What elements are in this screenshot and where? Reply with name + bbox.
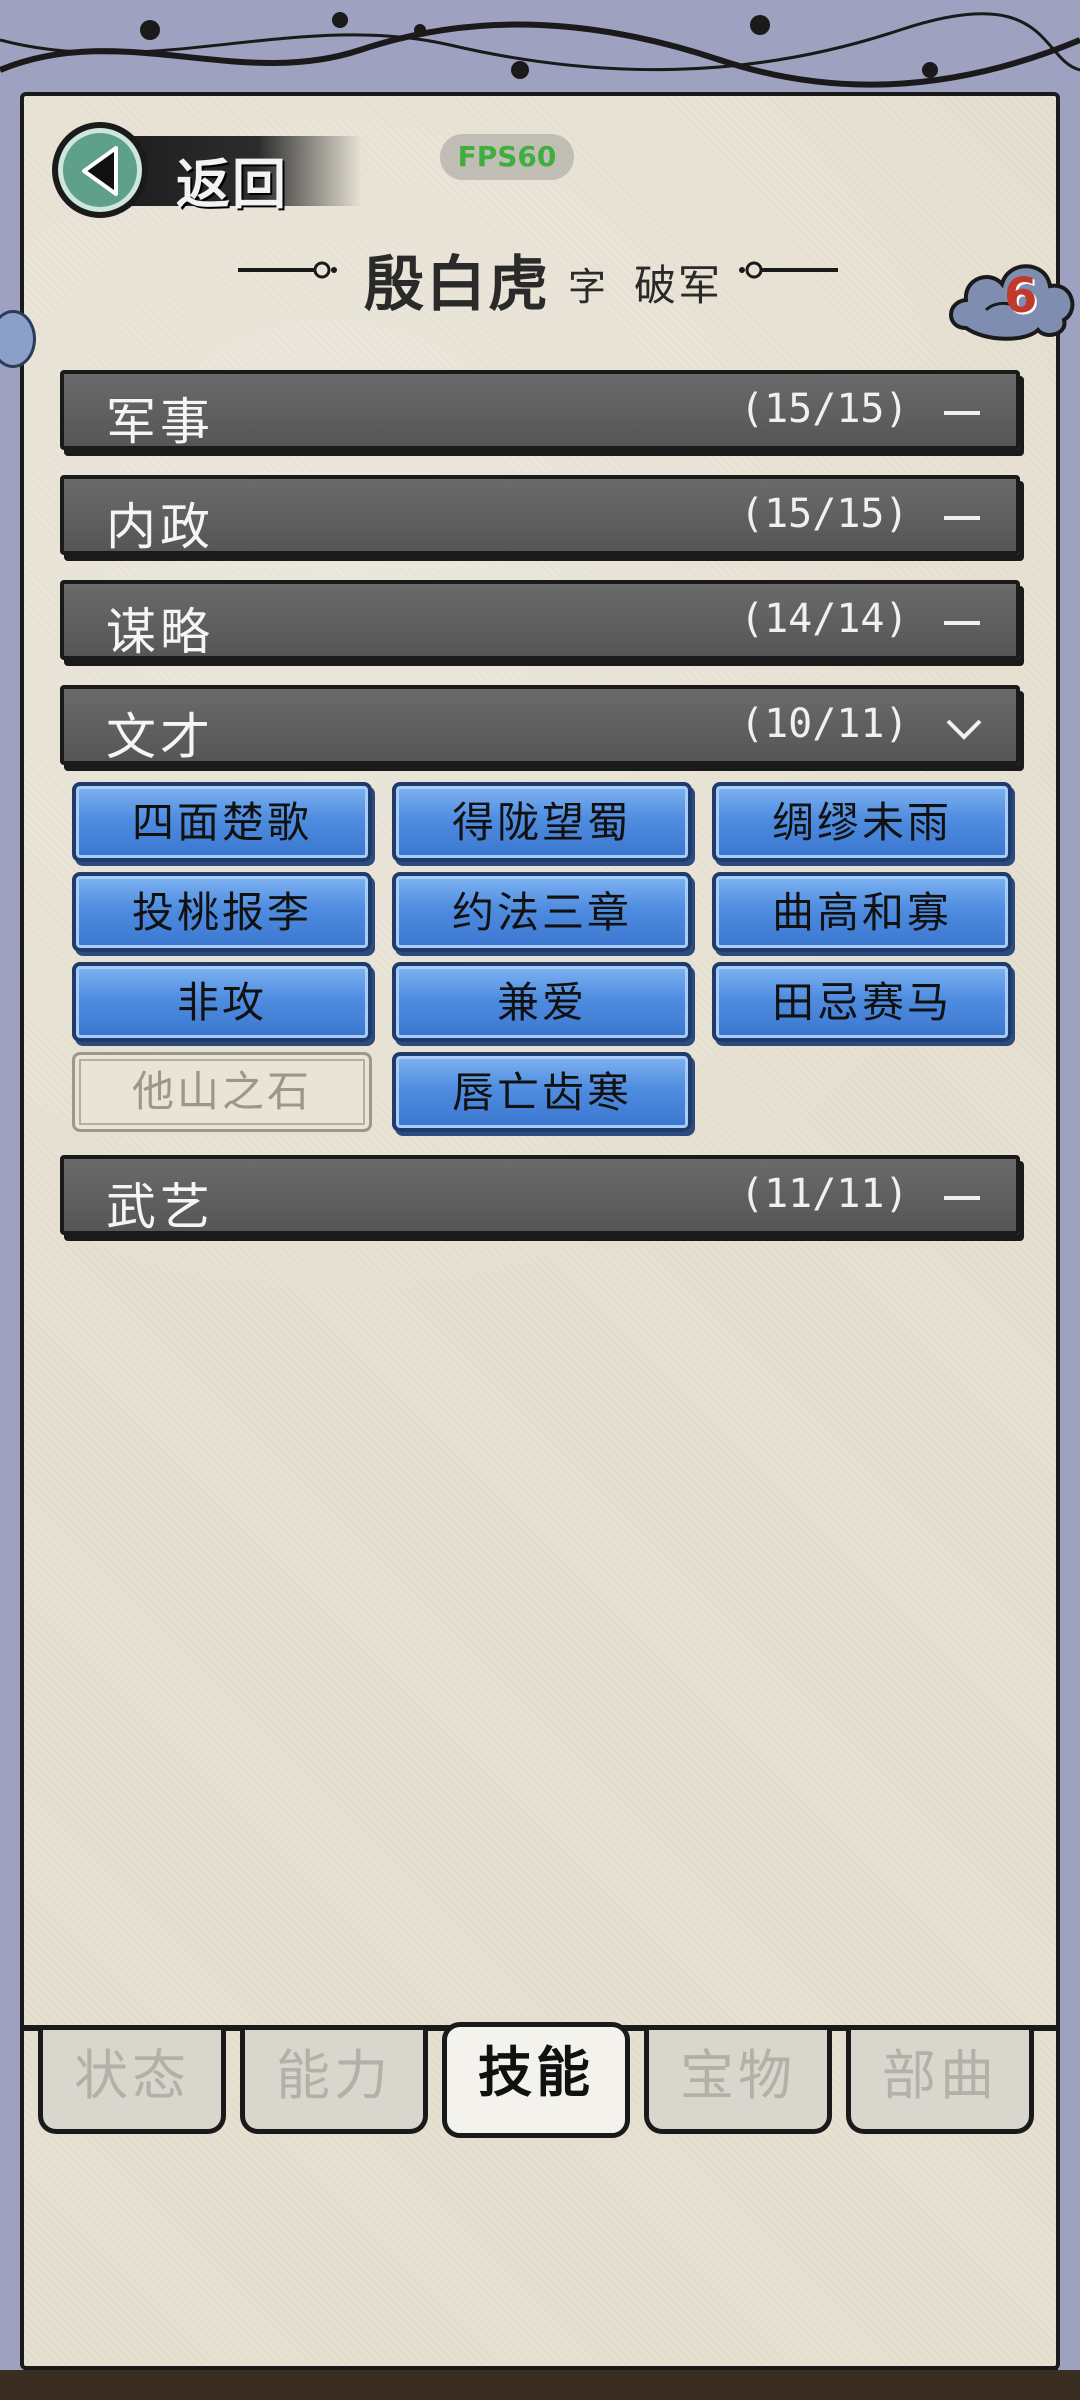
fps-counter: FPS60 bbox=[440, 134, 574, 180]
category-label: 文才 bbox=[106, 708, 214, 766]
collapse-dash-icon bbox=[944, 499, 984, 535]
category-count: (11/11) bbox=[740, 1171, 909, 1217]
cloud-badge[interactable]: 6 bbox=[946, 250, 1080, 350]
category-label: 谋略 bbox=[106, 603, 214, 661]
skill-button-locked[interactable]: 他山之石 bbox=[72, 1052, 372, 1132]
category-strategy[interactable]: 谋略 (14/14) bbox=[60, 580, 1020, 661]
tab-troops[interactable]: 部曲 bbox=[846, 2030, 1034, 2134]
title-ornament-left-icon bbox=[238, 261, 337, 279]
skill-button[interactable]: 田忌赛马 bbox=[712, 962, 1012, 1042]
character-title: 殷白虎 字 破军 bbox=[238, 232, 838, 320]
category-count: (10/11) bbox=[740, 701, 909, 747]
collapse-dash-icon bbox=[944, 394, 984, 430]
back-label: 返回 bbox=[176, 153, 288, 216]
skill-button[interactable]: 绸缪未雨 bbox=[712, 782, 1012, 862]
skill-button[interactable]: 兼爱 bbox=[392, 962, 692, 1042]
category-count: (15/15) bbox=[740, 491, 909, 537]
title-ornament-right-icon bbox=[739, 261, 838, 279]
category-label: 武艺 bbox=[106, 1178, 214, 1236]
skill-button[interactable]: 四面楚歌 bbox=[72, 782, 372, 862]
skill-button[interactable]: 非攻 bbox=[72, 962, 372, 1042]
chevron-down-icon bbox=[944, 709, 984, 745]
tab-status[interactable]: 状态 bbox=[38, 2030, 226, 2134]
cloud-badge-number: 6 bbox=[1004, 268, 1038, 324]
category-count: (14/14) bbox=[740, 596, 909, 642]
skill-button[interactable]: 曲高和寡 bbox=[712, 872, 1012, 952]
collapse-dash-icon bbox=[944, 1179, 984, 1215]
tab-treasure[interactable]: 宝物 bbox=[644, 2030, 832, 2134]
category-martial[interactable]: 武艺 (11/11) bbox=[60, 1155, 1020, 1236]
courtesy-name: 破军 bbox=[634, 261, 723, 310]
character-name: 殷白虎 bbox=[364, 250, 550, 320]
category-administration[interactable]: 内政 (15/15) bbox=[60, 475, 1020, 556]
tab-ability[interactable]: 能力 bbox=[240, 2030, 428, 2134]
skill-button[interactable]: 唇亡齿寒 bbox=[392, 1052, 692, 1132]
tab-skills[interactable]: 技能 bbox=[442, 2022, 630, 2138]
bottom-frame bbox=[0, 2370, 1080, 2400]
category-label: 内政 bbox=[106, 498, 214, 556]
top-decorative-banner bbox=[0, 0, 1080, 104]
back-button[interactable]: 返回 bbox=[52, 122, 362, 218]
skill-button[interactable]: 投桃报李 bbox=[72, 872, 372, 952]
back-arrow-icon bbox=[52, 122, 148, 218]
category-label: 军事 bbox=[106, 393, 214, 451]
category-literary[interactable]: 文才 (10/11) bbox=[60, 685, 1020, 766]
skill-button[interactable]: 约法三章 bbox=[392, 872, 692, 952]
collapse-dash-icon bbox=[944, 604, 984, 640]
courtesy-prefix: 字 bbox=[568, 265, 607, 309]
category-count: (15/15) bbox=[740, 386, 909, 432]
floral-pattern-icon bbox=[0, 12, 1080, 88]
category-military[interactable]: 军事 (15/15) bbox=[60, 370, 1020, 451]
skill-button[interactable]: 得陇望蜀 bbox=[392, 782, 692, 862]
